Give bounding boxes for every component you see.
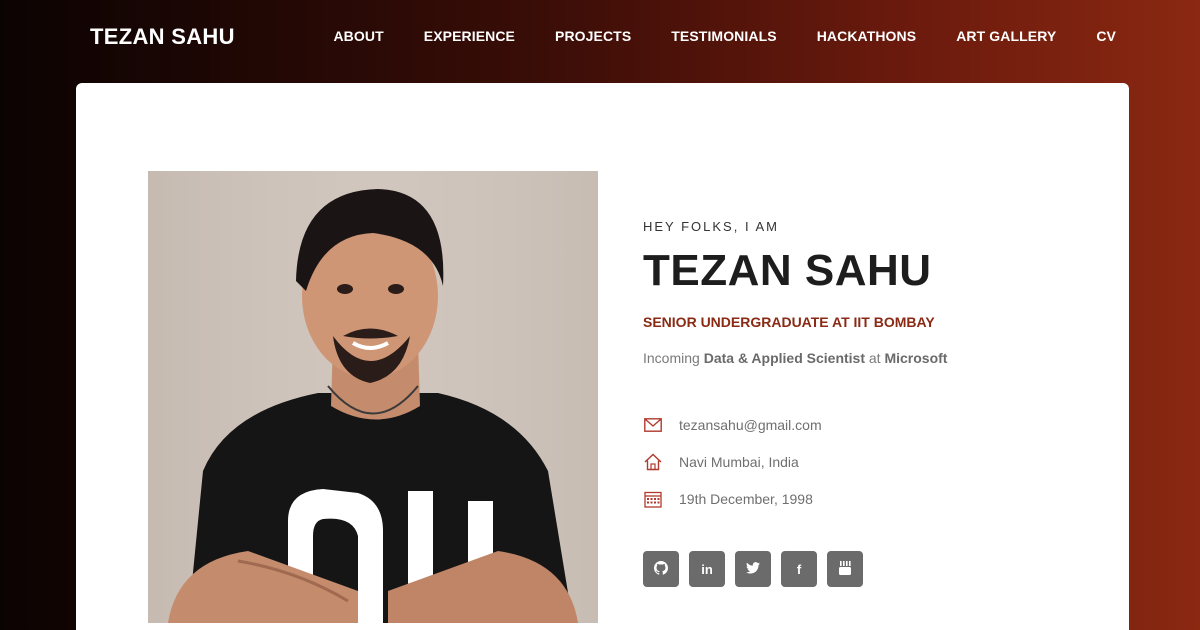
nav-link-hackathons[interactable]: HACKATHONS	[817, 28, 917, 44]
hero-name: TEZAN SAHU	[643, 246, 932, 295]
nav-link-art-gallery[interactable]: ART GALLERY	[956, 28, 1056, 44]
profile-photo-illustration	[148, 171, 598, 623]
dob-text: 19th December, 1998	[679, 490, 813, 507]
github-button[interactable]	[643, 551, 679, 587]
twitter-icon	[746, 561, 760, 577]
facebook-icon: f	[796, 561, 802, 577]
intro-section: HEY FOLKS, I AM TEZAN SAHU SENIOR UNDERG…	[643, 219, 1083, 587]
home-icon	[643, 452, 663, 472]
brand-logo[interactable]: TEZAN SAHU	[90, 24, 235, 50]
social-links: in f	[643, 551, 1083, 587]
hero-tagline: Incoming Data & Applied Scientist at Mic…	[643, 350, 1083, 366]
nav-links: ABOUT EXPERIENCE PROJECTS TESTIMONIALS H…	[333, 28, 1116, 46]
nav-link-about[interactable]: ABOUT	[333, 28, 383, 44]
calendar-icon	[643, 489, 663, 509]
detail-location: Navi Mumbai, India	[643, 443, 1083, 480]
youtube-icon	[838, 560, 852, 579]
detail-email: tezansahu@gmail.com	[643, 406, 1083, 443]
youtube-button[interactable]	[827, 551, 863, 587]
hero-subtitle: SENIOR UNDERGRADUATE AT IIT BOMBAY	[643, 314, 935, 330]
nav-link-testimonials[interactable]: TESTIMONIALS	[671, 28, 776, 44]
linkedin-icon: in	[701, 561, 713, 577]
profile-photo	[148, 171, 598, 623]
contact-details: tezansahu@gmail.com Navi Mumbai, India 1…	[643, 406, 1083, 517]
linkedin-button[interactable]: in	[689, 551, 725, 587]
nav-link-projects[interactable]: PROJECTS	[555, 28, 631, 44]
tagline-role: Data & Applied Scientist	[703, 350, 865, 366]
intro-kicker: HEY FOLKS, I AM	[643, 219, 779, 234]
facebook-button[interactable]: f	[781, 551, 817, 587]
tagline-mid: at	[865, 350, 885, 366]
location-text: Navi Mumbai, India	[679, 453, 799, 470]
email-text[interactable]: tezansahu@gmail.com	[679, 417, 822, 433]
detail-dob: 19th December, 1998	[643, 480, 1083, 517]
tagline-prefix: Incoming	[643, 350, 704, 366]
twitter-button[interactable]	[735, 551, 771, 587]
nav-link-experience[interactable]: EXPERIENCE	[424, 28, 515, 44]
top-navbar: TEZAN SAHU ABOUT EXPERIENCE PROJECTS TES…	[0, 0, 1200, 75]
tagline-company: Microsoft	[884, 350, 948, 366]
nav-link-cv[interactable]: CV	[1096, 28, 1116, 44]
envelope-icon	[643, 415, 663, 435]
profile-card: HEY FOLKS, I AM TEZAN SAHU SENIOR UNDERG…	[76, 83, 1129, 630]
github-icon	[654, 560, 668, 578]
